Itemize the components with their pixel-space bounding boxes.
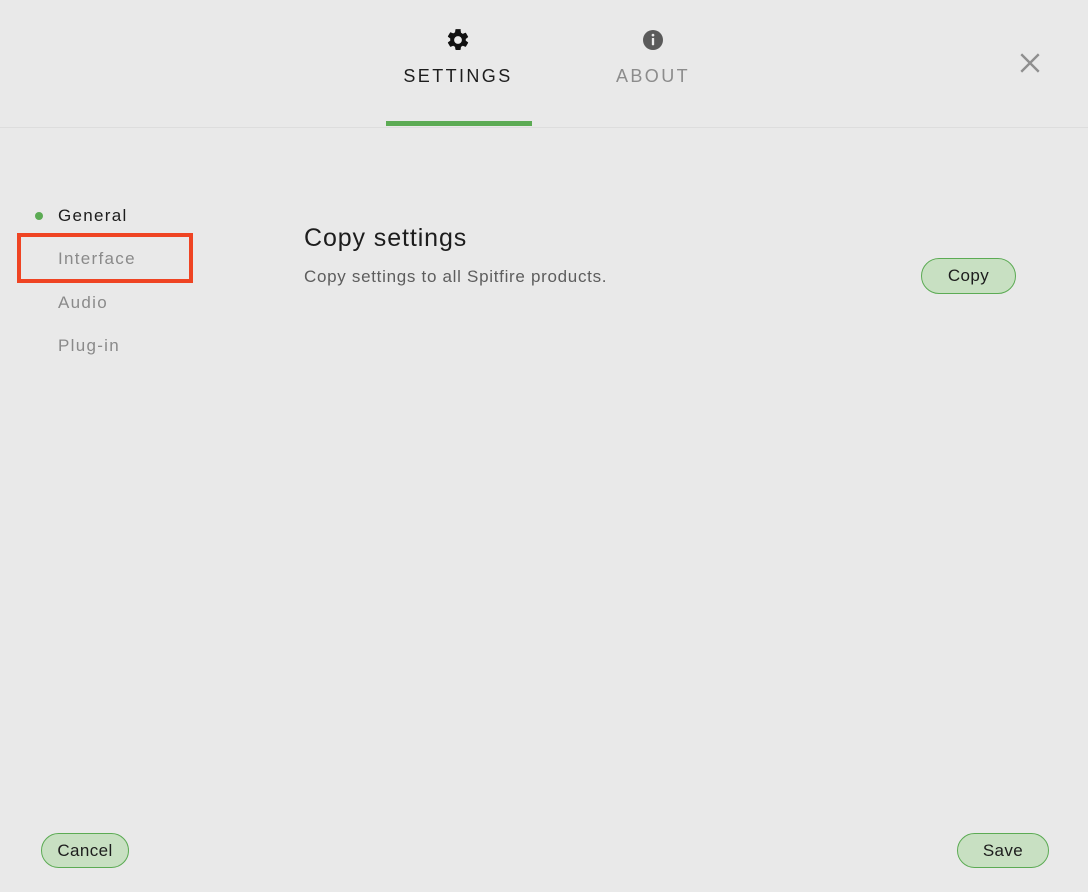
sidebar-item-label: Interface xyxy=(58,249,136,268)
copy-button[interactable]: Copy xyxy=(921,258,1016,294)
sidebar-item-audio[interactable]: Audio xyxy=(0,285,260,321)
settings-content: Copy settings Copy settings to all Spitf… xyxy=(280,128,1088,796)
info-icon xyxy=(553,22,753,58)
cancel-button[interactable]: Cancel xyxy=(41,833,129,868)
save-button[interactable]: Save xyxy=(957,833,1049,868)
page-title: Copy settings xyxy=(304,224,468,252)
sidebar-item-interface[interactable]: Interface xyxy=(0,241,260,277)
settings-window: SETTINGS ABOUT General Interface Audio P… xyxy=(0,0,1088,892)
tab-settings[interactable]: SETTINGS xyxy=(358,22,558,128)
tab-bar: SETTINGS ABOUT xyxy=(0,0,1088,128)
sidebar-item-label: Plug-in xyxy=(58,336,121,355)
close-button[interactable] xyxy=(1006,39,1054,87)
settings-sidebar: General Interface Audio Plug-in xyxy=(0,128,280,892)
sidebar-item-label: General xyxy=(58,206,128,225)
sidebar-item-label: Audio xyxy=(58,293,108,312)
tab-about[interactable]: ABOUT xyxy=(553,22,753,128)
close-icon xyxy=(1020,53,1040,73)
tab-settings-label: SETTINGS xyxy=(403,66,513,86)
sidebar-item-plugin[interactable]: Plug-in xyxy=(0,328,260,364)
sidebar-item-general[interactable]: General xyxy=(0,198,260,234)
active-tab-indicator xyxy=(386,121,532,126)
gear-icon xyxy=(358,22,558,58)
window-header: SETTINGS ABOUT xyxy=(0,0,1088,128)
tab-about-label: ABOUT xyxy=(615,66,690,86)
active-bullet-icon xyxy=(35,212,43,220)
